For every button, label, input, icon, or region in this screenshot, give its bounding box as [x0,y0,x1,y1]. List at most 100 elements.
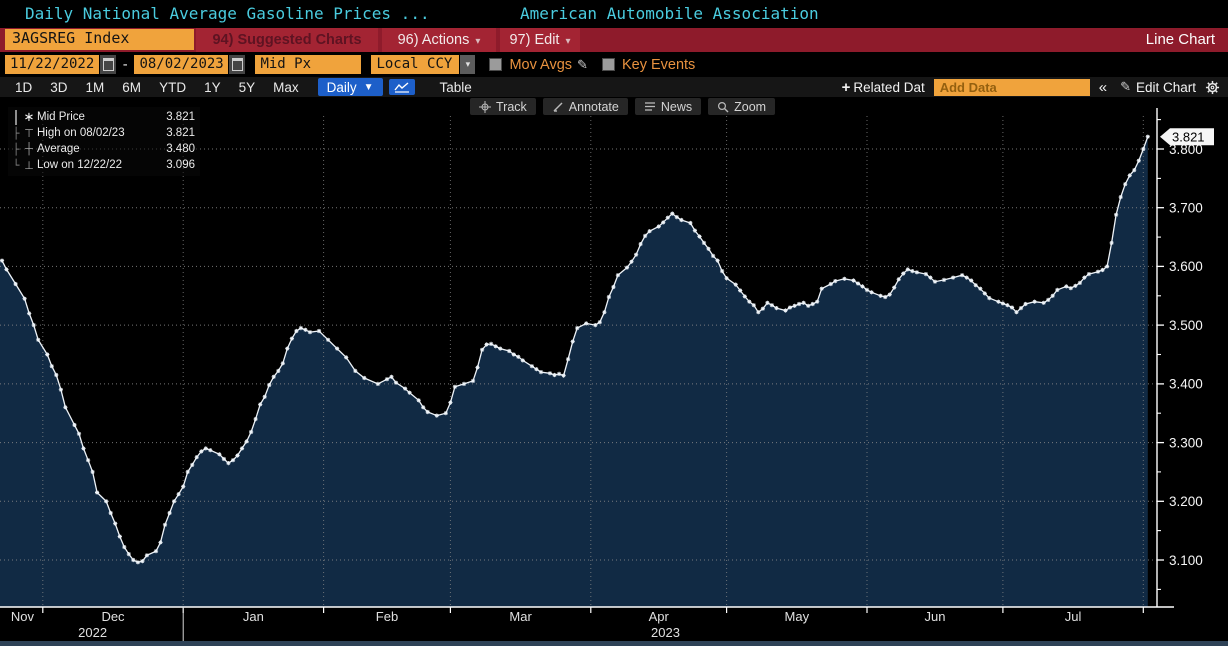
legend-label: High on 08/02/23 [37,127,125,139]
chart-legend: ∗ Mid Price 3.821 ├ ⊤ High on 08/02/23 3… [8,107,200,176]
line-chart-type-button[interactable] [388,79,415,95]
date-from-field[interactable]: 11/22/2022 [5,55,99,74]
suggested-charts-button[interactable]: 94) Suggested Charts [196,28,378,52]
svg-text:3.100: 3.100 [1169,553,1203,568]
avg-marker-icon: ┼ [25,143,33,155]
related-data-button[interactable]: + Related Dat [842,79,925,96]
date-range-separator: - [121,56,130,73]
svg-text:Jul: Jul [1065,609,1082,624]
period-tab-5y[interactable]: 5Y [230,80,265,95]
period-tab-1d[interactable]: 1D [6,80,41,95]
chevron-down-icon: ▼ [363,81,374,93]
pencil-icon: ✎ [1120,79,1131,94]
line-chart-icon [393,81,409,93]
legend-collapse-box[interactable] [11,109,21,125]
currency-dropdown-button[interactable]: ▾ [460,55,476,74]
chevron-down-icon: ▾ [565,36,571,47]
svg-text:Jun: Jun [925,609,946,624]
edit-menu-button[interactable]: 97) Edit ▾ [500,28,580,52]
legend-label: Average [37,143,80,155]
news-button[interactable]: News [634,98,702,115]
y-tick-labels: 3.1003.2003.3003.4003.5003.6003.7003.800 [1157,119,1203,590]
svg-text:3.400: 3.400 [1169,377,1203,392]
calendar-icon [102,58,114,71]
bottom-strip [0,641,1228,646]
legend-label: Mid Price [37,111,85,123]
svg-text:Mar: Mar [509,609,532,624]
pencil-icon[interactable]: ✎ [577,57,588,73]
period-tab-6m[interactable]: 6M [113,80,150,95]
add-data-input[interactable]: Add Data [933,78,1090,96]
mov-avgs-checkbox[interactable] [489,58,503,71]
edit-chart-button[interactable]: ✎ Edit Chart [1115,79,1196,95]
edit-chart-label: Edit Chart [1135,79,1196,95]
source-title: American Automobile Association [520,4,819,23]
frequency-dropdown[interactable]: Daily ▼ [317,78,383,96]
key-events-checkbox[interactable] [601,58,615,71]
calendar-button[interactable] [100,55,116,74]
legend-label: Low on 12/22/22 [37,159,123,171]
calendar-button[interactable] [229,55,246,74]
collapse-chevrons-button[interactable]: « [1099,79,1107,96]
last-price-badge: 3.821 [1160,128,1214,146]
table-view-button[interactable]: Table [431,80,481,95]
related-data-label: Related Dat [853,79,925,95]
x-ticks [42,607,1144,641]
svg-text:Feb: Feb [376,609,398,624]
legend-row-high: ├ ⊤ High on 08/02/23 3.821 [11,125,195,141]
period-tab-1m[interactable]: 1M [77,80,114,95]
chart-toolbar: Track Annotate News Zoom [470,98,776,115]
svg-text:3.700: 3.700 [1169,201,1203,216]
tree-branch: └ [12,158,20,172]
price-field-select[interactable]: Mid Px [255,55,362,74]
legend-row-mid-price: ∗ Mid Price 3.821 [11,109,195,125]
period-tab-max[interactable]: Max [264,80,308,95]
range-bar-right-cluster: + Related Dat Add Data « ✎ Edit Chart [842,78,1228,96]
svg-text:Dec: Dec [101,609,125,624]
date-to-field[interactable]: 08/02/2023 [134,55,229,74]
zoom-button[interactable]: Zoom [708,98,776,115]
track-button[interactable]: Track [470,98,536,115]
legend-value: 3.480 [166,143,195,155]
svg-text:2022: 2022 [78,625,107,640]
magnifier-icon [718,101,729,112]
legend-row-average: ├ ┼ Average 3.480 [11,141,195,157]
annotate-button[interactable]: Annotate [542,98,628,115]
low-whisker-icon: ⊥ [24,159,34,172]
svg-text:Nov: Nov [11,609,35,624]
range-bar: 1D 3D 1M 6M YTD 1Y 5Y Max Daily ▼ Table … [0,77,1228,97]
legend-value: 3.821 [166,127,195,139]
period-tab-ytd[interactable]: YTD [150,80,195,95]
view-name: Line Chart [1145,31,1215,48]
frequency-label: Daily [326,79,357,95]
month-labels: Nov Dec Jan Feb Mar Apr May Jun Jul [11,609,1082,624]
svg-text:2023: 2023 [651,625,680,640]
gear-icon[interactable] [1205,80,1220,95]
title-row: Daily National Average Gasoline Prices .… [0,0,1228,28]
star-marker-icon: ∗ [23,109,35,124]
page-title: Daily National Average Gasoline Prices .… [25,4,430,23]
legend-value: 3.096 [166,159,195,171]
svg-text:3.821: 3.821 [1172,129,1205,144]
svg-text:Jan: Jan [243,609,264,624]
period-tab-3d[interactable]: 3D [41,80,76,95]
svg-text:3.200: 3.200 [1169,494,1203,509]
annotate-label: Annotate [568,99,619,114]
annotate-pencil-icon [553,102,563,112]
news-label: News [660,99,693,114]
svg-text:3.300: 3.300 [1169,435,1203,450]
security-field[interactable]: 3AGSREG Index [5,29,194,50]
edit-label: 97) Edit [509,32,560,48]
zoom-label: Zoom [734,99,767,114]
plus-icon: + [841,78,851,96]
key-events-label: Key Events [621,56,696,73]
command-bar: 3AGSREG Index 94) Suggested Charts 96) A… [0,28,1228,52]
actions-menu-button[interactable]: 96) Actions ▾ [382,28,496,52]
period-tab-1y[interactable]: 1Y [195,80,230,95]
filter-row: 11/22/2022 - 08/02/2023 Mid Px Local CCY… [0,52,1228,77]
tree-branch: ├ [12,142,20,156]
price-chart-canvas[interactable]: 3.1003.2003.3003.4003.5003.6003.7003.800… [0,97,1228,646]
year-labels: 2022 2023 [78,625,680,640]
actions-label: 96) Actions [397,32,470,48]
currency-select[interactable]: Local CCY [371,55,460,74]
